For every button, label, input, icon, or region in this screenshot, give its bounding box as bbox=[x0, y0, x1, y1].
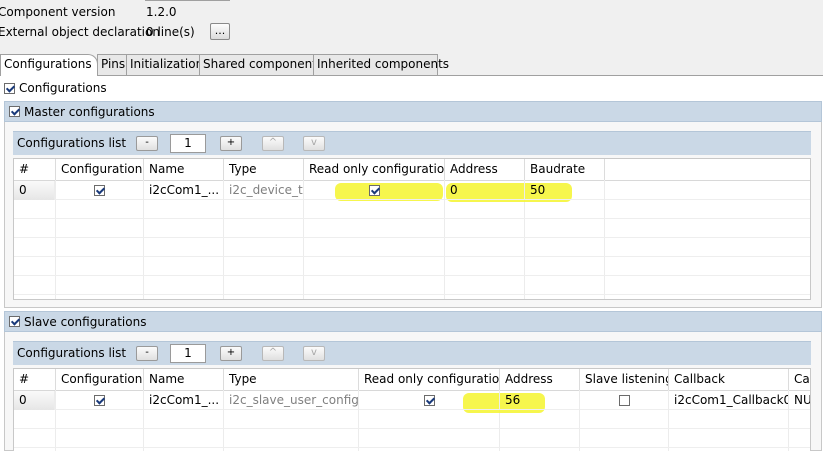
master-row-readonly-checkbox[interactable] bbox=[368, 185, 380, 196]
tab-configurations[interactable]: Configurations bbox=[0, 54, 98, 76]
slave-col-index[interactable]: # bbox=[14, 369, 56, 390]
slave-list-bar: Configurations list - 1 + ^ v bbox=[13, 341, 811, 365]
slave-table: # Configuration Name Type Read only conf… bbox=[13, 368, 811, 451]
slave-row-index: 0 bbox=[14, 391, 55, 410]
slave-row-name[interactable]: i2cCom1_... bbox=[144, 391, 224, 410]
slave-configurations-checkbox[interactable] bbox=[9, 316, 20, 327]
master-add-button[interactable]: + bbox=[220, 136, 242, 151]
slave-table-header: # Configuration Name Type Read only conf… bbox=[14, 369, 810, 391]
master-col-address[interactable]: Address bbox=[445, 159, 525, 180]
slave-remove-button[interactable]: - bbox=[136, 346, 158, 361]
master-row-index: 0 bbox=[14, 181, 55, 200]
tab-divider bbox=[0, 75, 823, 76]
slave-configurations-header: Slave configurations bbox=[4, 311, 822, 332]
master-remove-button[interactable]: - bbox=[136, 136, 158, 151]
master-list-label: Configurations list bbox=[17, 136, 127, 150]
version-underline bbox=[145, 0, 230, 1]
slave-col-type[interactable]: Type bbox=[224, 369, 359, 390]
table-row bbox=[14, 257, 810, 276]
slave-row-type: i2c_slave_user_config_t bbox=[224, 391, 359, 410]
slave-col-name[interactable]: Name bbox=[144, 369, 224, 390]
table-row[interactable]: 0 i2cCom1_... i2c_slave_user_config_t 56… bbox=[14, 391, 810, 410]
table-row bbox=[14, 200, 810, 219]
slave-col-slave-listening[interactable]: Slave listening bbox=[580, 369, 669, 390]
tab-inherited-components[interactable]: Inherited components bbox=[313, 54, 449, 75]
master-col-readonly[interactable]: Read only configuration bbox=[304, 159, 445, 180]
master-row-configuration-checkbox[interactable] bbox=[94, 185, 105, 196]
slave-add-button[interactable]: + bbox=[220, 346, 242, 361]
master-row-baudrate[interactable]: 50 bbox=[525, 181, 605, 200]
master-row-address[interactable]: 0 bbox=[445, 181, 525, 200]
table-row bbox=[14, 219, 810, 238]
master-configurations-header: Master configurations bbox=[4, 101, 822, 122]
table-row bbox=[14, 276, 810, 295]
configurations-checkbox[interactable] bbox=[4, 83, 15, 94]
slave-col-callback[interactable]: Callback bbox=[669, 369, 789, 390]
slave-count-input[interactable]: 1 bbox=[170, 344, 206, 363]
master-col-name[interactable]: Name bbox=[144, 159, 224, 180]
configurations-checkbox-label: Configurations bbox=[19, 81, 107, 95]
master-list-bar: Configurations list - 1 + ^ v bbox=[13, 131, 811, 155]
external-decl-label: External object declaration bbox=[0, 25, 160, 39]
external-decl-value: 0 line(s) bbox=[146, 25, 195, 39]
slave-row-readonly-checkbox[interactable] bbox=[423, 395, 435, 406]
slave-configurations-title: Slave configurations bbox=[24, 315, 147, 329]
master-count-input[interactable]: 1 bbox=[170, 134, 206, 153]
master-configurations-title: Master configurations bbox=[24, 105, 155, 119]
master-table: # Configuration Name Type Read only conf… bbox=[13, 158, 811, 300]
slave-row-listening-checkbox[interactable] bbox=[618, 395, 630, 406]
tab-pins[interactable]: Pins bbox=[97, 54, 127, 75]
slave-col-extra[interactable]: Ca bbox=[789, 369, 810, 390]
master-row-type: i2c_device_t bbox=[224, 181, 304, 200]
table-row bbox=[14, 410, 810, 429]
external-decl-edit-button[interactable]: ... bbox=[210, 23, 230, 40]
table-row bbox=[14, 238, 810, 257]
component-version-label: Component version bbox=[0, 5, 116, 19]
slave-move-down-button[interactable]: v bbox=[303, 346, 325, 361]
master-col-configuration[interactable]: Configuration bbox=[56, 159, 144, 180]
slave-col-address[interactable]: Address bbox=[500, 369, 580, 390]
master-col-index[interactable]: # bbox=[14, 159, 56, 180]
master-row-name[interactable]: i2cCom1_... bbox=[144, 181, 224, 200]
slave-row-callback[interactable]: i2cCom1_Callback0 bbox=[669, 391, 789, 410]
tab-bar: Configurations Pins Initialization Share… bbox=[0, 54, 823, 76]
slave-list-label: Configurations list bbox=[17, 346, 127, 360]
slave-row-configuration-checkbox[interactable] bbox=[94, 395, 105, 406]
slave-row-address[interactable]: 56 bbox=[500, 391, 580, 410]
slave-col-configuration[interactable]: Configuration bbox=[56, 369, 144, 390]
slave-move-up-button[interactable]: ^ bbox=[262, 346, 284, 361]
component-version-value: 1.2.0 bbox=[146, 5, 177, 19]
master-col-baudrate[interactable]: Baudrate bbox=[525, 159, 605, 180]
table-row[interactable]: 0 i2cCom1_... i2c_device_t 0 50 bbox=[14, 181, 810, 200]
master-table-header: # Configuration Name Type Read only conf… bbox=[14, 159, 810, 181]
slave-col-readonly[interactable]: Read only configuration bbox=[359, 369, 500, 390]
slave-row-extra[interactable]: NU bbox=[789, 391, 810, 410]
master-col-type[interactable]: Type bbox=[224, 159, 304, 180]
tab-shared-components[interactable]: Shared components bbox=[199, 54, 323, 75]
tab-initialization[interactable]: Initialization bbox=[126, 54, 203, 75]
master-move-down-button[interactable]: v bbox=[303, 136, 325, 151]
master-move-up-button[interactable]: ^ bbox=[262, 136, 284, 151]
table-row bbox=[14, 429, 810, 448]
master-configurations-checkbox[interactable] bbox=[9, 106, 20, 117]
